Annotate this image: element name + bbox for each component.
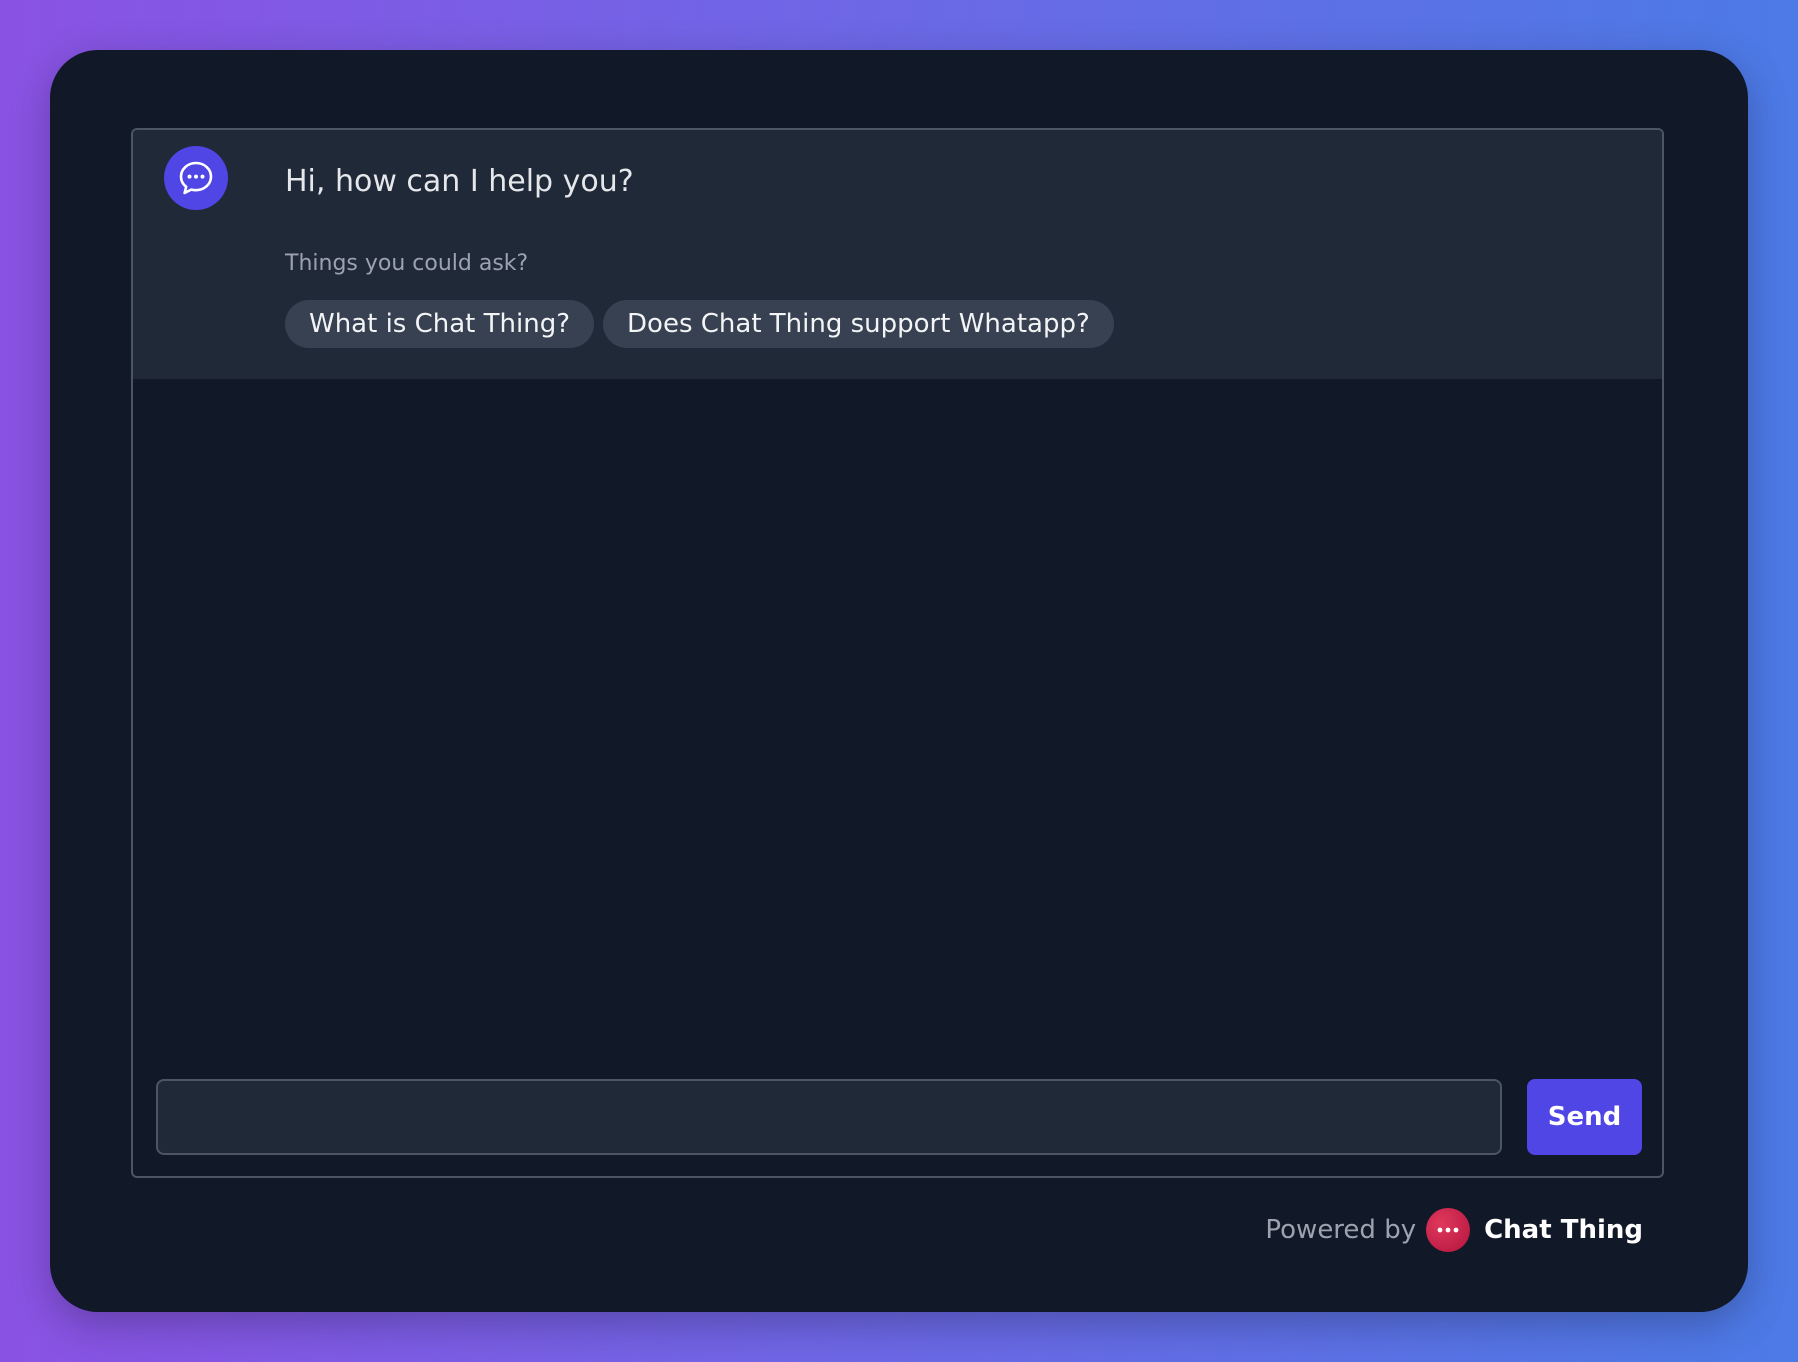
- suggestion-chip-what-is-chat-thing[interactable]: What is Chat Thing?: [285, 300, 595, 348]
- welcome-message: Hi, how can I help you? Things you could…: [133, 130, 1662, 379]
- chat-bubble-dots-icon: [1426, 1208, 1471, 1252]
- suggestion-chip-whatsapp-support[interactable]: Does Chat Thing support Whatapp?: [603, 300, 1114, 348]
- suggestion-chips: What is Chat Thing? Does Chat Thing supp…: [285, 300, 1114, 348]
- message-input[interactable]: [156, 1079, 1502, 1155]
- chat-frame: Hi, how can I help you? Things you could…: [131, 128, 1664, 1178]
- powered-by-footer[interactable]: Powered by Chat Thing: [1265, 1208, 1643, 1252]
- brand-name: Chat Thing: [1484, 1215, 1643, 1245]
- chat-widget-window: Hi, how can I help you? Things you could…: [50, 50, 1748, 1312]
- suggestions-label: Things you could ask?: [285, 251, 529, 276]
- powered-by-text: Powered by: [1265, 1215, 1417, 1245]
- chat-bubble-icon: [164, 146, 228, 210]
- greeting-text: Hi, how can I help you?: [285, 164, 634, 199]
- send-button[interactable]: Send: [1527, 1079, 1642, 1155]
